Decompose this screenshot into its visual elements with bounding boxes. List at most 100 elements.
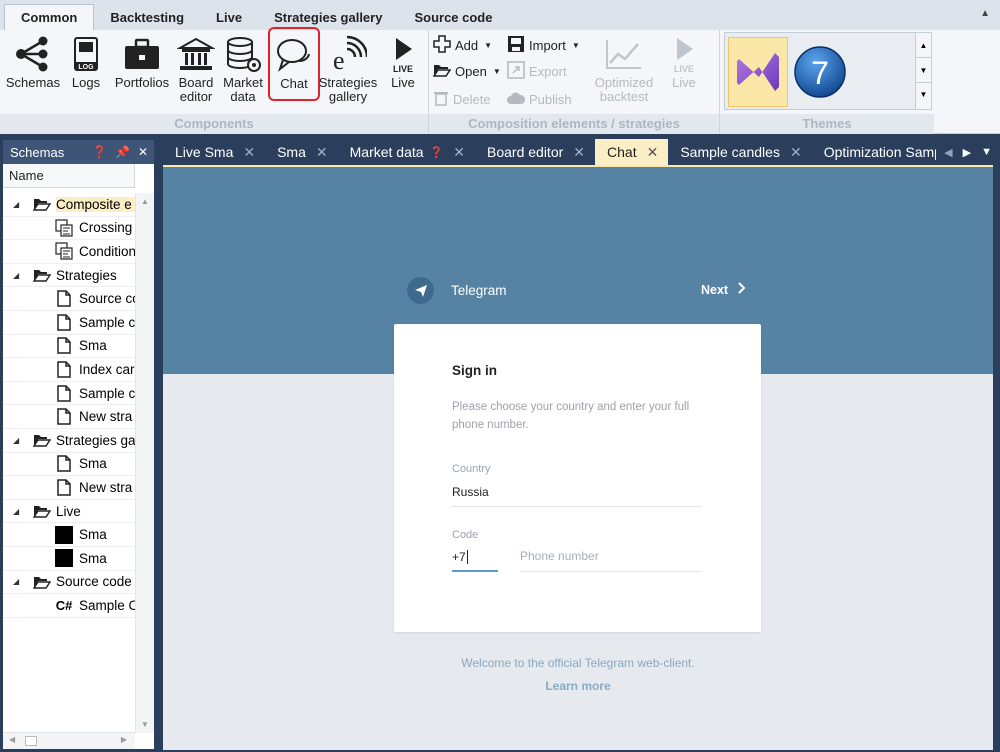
theme-win7-icon[interactable]: 7: [790, 37, 850, 107]
scroll-down-icon[interactable]: ▼: [136, 720, 154, 729]
close-tab-icon[interactable]: ✕: [573, 144, 585, 161]
document-tab-bar: Live Sma ✕ Sma ✕ Market data ❓ ✕ Board editor ✕ C…: [163, 139, 1000, 165]
live-composition-button[interactable]: LIVE Live: [663, 32, 705, 90]
tree-item[interactable]: Source co: [3, 287, 135, 311]
help-icon[interactable]: ❓: [430, 146, 444, 159]
tree-item-label: Sample C: [79, 597, 135, 613]
ribbon-tab-live[interactable]: Live: [200, 4, 258, 30]
export-button[interactable]: Export: [507, 60, 567, 82]
tree-item[interactable]: New stra: [3, 405, 135, 429]
open-button[interactable]: Open ▼: [432, 60, 501, 82]
tree-item[interactable]: Sma: [3, 523, 135, 547]
tree-item[interactable]: ◢ Source code: [3, 571, 135, 595]
close-tab-icon[interactable]: ✕: [647, 144, 659, 161]
doc-tab[interactable]: Sample candles ✕: [668, 139, 811, 165]
import-button[interactable]: Import ▼: [507, 34, 580, 56]
doc-tab[interactable]: Chat ✕: [595, 139, 669, 165]
expander-icon[interactable]: ◢: [13, 200, 19, 209]
close-icon[interactable]: ✕: [138, 145, 148, 159]
close-tab-icon[interactable]: ✕: [790, 144, 802, 161]
phone-number-field[interactable]: Phone number: [520, 549, 599, 563]
tree-item[interactable]: Sample c: [3, 382, 135, 406]
ribbon-tab-source-code[interactable]: Source code: [398, 4, 508, 30]
board-editor-button[interactable]: Board editor: [176, 32, 216, 104]
ribbon-tab-bar: Common Backtesting Live Strategies galle…: [0, 0, 1000, 30]
pin-icon[interactable]: 📌: [115, 145, 130, 159]
ribbon-collapse-icon[interactable]: ▲: [980, 8, 990, 19]
doc-tab-label: Live Sma: [175, 144, 234, 160]
tree-item[interactable]: C# Sample C: [3, 594, 135, 618]
tab-list-dropdown-icon[interactable]: ▼: [981, 146, 992, 158]
themes-scroll-down-icon[interactable]: ▼: [916, 58, 931, 83]
tree-item[interactable]: ◢ Composite e: [3, 193, 135, 217]
import-label: Import: [529, 37, 566, 53]
folder-open-icon: [33, 266, 51, 284]
sign-in-title: Sign in: [452, 363, 497, 378]
logs-button[interactable]: LOG Logs: [66, 32, 106, 90]
tab-scroll-left-icon[interactable]: ◀: [944, 146, 952, 159]
name-column-header[interactable]: Name: [3, 164, 135, 188]
theme-vs-icon[interactable]: [728, 37, 788, 107]
tree-item[interactable]: Sma: [3, 547, 135, 571]
themes-scroll[interactable]: ▲ ▼ ▼: [915, 33, 931, 109]
doc-tab[interactable]: Market data ❓ ✕: [338, 139, 475, 165]
tab-nav: ◀ ▶ ▼: [936, 139, 1000, 165]
publish-button[interactable]: Publish: [507, 88, 572, 110]
country-field[interactable]: Russia: [452, 485, 489, 499]
document-icon: [55, 384, 73, 402]
tree-item[interactable]: ◢ Strategies ga: [3, 429, 135, 453]
schemas-label: Schemas: [5, 75, 61, 90]
schemas-icon: [4, 32, 62, 76]
close-tab-icon[interactable]: ✕: [453, 144, 465, 161]
market-data-button[interactable]: Market data: [220, 32, 266, 104]
horizontal-scrollbar[interactable]: ◀ ▶: [3, 732, 135, 749]
vertical-scrollbar[interactable]: ▲ ▼: [135, 193, 154, 733]
scroll-thumb[interactable]: [25, 736, 37, 746]
themes-scroll-up-icon[interactable]: ▲: [916, 33, 931, 58]
add-dropdown-icon: ▼: [484, 40, 493, 50]
expander-icon[interactable]: ◢: [13, 577, 19, 586]
expander-icon[interactable]: ◢: [13, 507, 19, 516]
ribbon-tab-backtesting[interactable]: Backtesting: [94, 4, 200, 30]
folder-open-icon: [33, 573, 51, 591]
schemas-button[interactable]: Schemas: [4, 32, 62, 90]
tree-item[interactable]: ◢ Strategies: [3, 264, 135, 288]
tree-item[interactable]: Sample c: [3, 311, 135, 335]
themes-expand-icon[interactable]: ▼: [916, 83, 931, 107]
tree-item-label: Condition: [79, 243, 135, 259]
close-tab-icon[interactable]: ✕: [316, 144, 328, 161]
delete-button[interactable]: Delete: [433, 88, 491, 110]
live-button[interactable]: LIVE Live: [382, 32, 424, 90]
optimized-backtest-button[interactable]: Optimized backtest: [589, 32, 659, 104]
learn-more-link[interactable]: Learn more: [163, 679, 993, 693]
composition-group: Add ▼ Open ▼ Delete Import ▼ Export Publish…: [429, 30, 719, 134]
next-button[interactable]: Next: [701, 282, 746, 297]
expander-icon[interactable]: ◢: [13, 271, 19, 280]
help-icon[interactable]: ❓: [92, 145, 107, 159]
tree-item[interactable]: Condition: [3, 240, 135, 264]
code-field[interactable]: +7: [452, 550, 468, 564]
doc-tab[interactable]: Live Sma ✕: [163, 139, 265, 165]
folder-open-icon: [33, 195, 51, 213]
strategies-gallery-button[interactable]: e Strategies gallery: [318, 32, 378, 104]
tree-item-label: Sma: [79, 550, 107, 566]
scroll-right-icon[interactable]: ▶: [121, 735, 127, 744]
scroll-left-icon[interactable]: ◀: [9, 735, 15, 744]
tab-scroll-right-icon[interactable]: ▶: [963, 146, 971, 159]
tree-item[interactable]: Crossing: [3, 217, 135, 241]
doc-tab[interactable]: Board editor ✕: [475, 139, 595, 165]
scroll-up-icon[interactable]: ▲: [136, 197, 154, 206]
ribbon-tab-common[interactable]: Common: [4, 4, 95, 30]
tree-item[interactable]: Sma: [3, 453, 135, 477]
portfolios-button[interactable]: Portfolios: [110, 32, 174, 90]
close-tab-icon[interactable]: ✕: [243, 144, 255, 161]
expander-icon[interactable]: ◢: [13, 436, 19, 445]
tree-item[interactable]: New stra: [3, 476, 135, 500]
tree-item[interactable]: ◢ Live: [3, 500, 135, 524]
tree-item[interactable]: Index car: [3, 358, 135, 382]
tree-item[interactable]: Sma: [3, 335, 135, 359]
chat-button[interactable]: Chat: [268, 27, 320, 101]
add-button[interactable]: Add ▼: [433, 34, 492, 56]
themes-gallery: 7 ▲ ▼ ▼: [724, 32, 932, 110]
doc-tab[interactable]: Sma ✕: [265, 139, 338, 165]
